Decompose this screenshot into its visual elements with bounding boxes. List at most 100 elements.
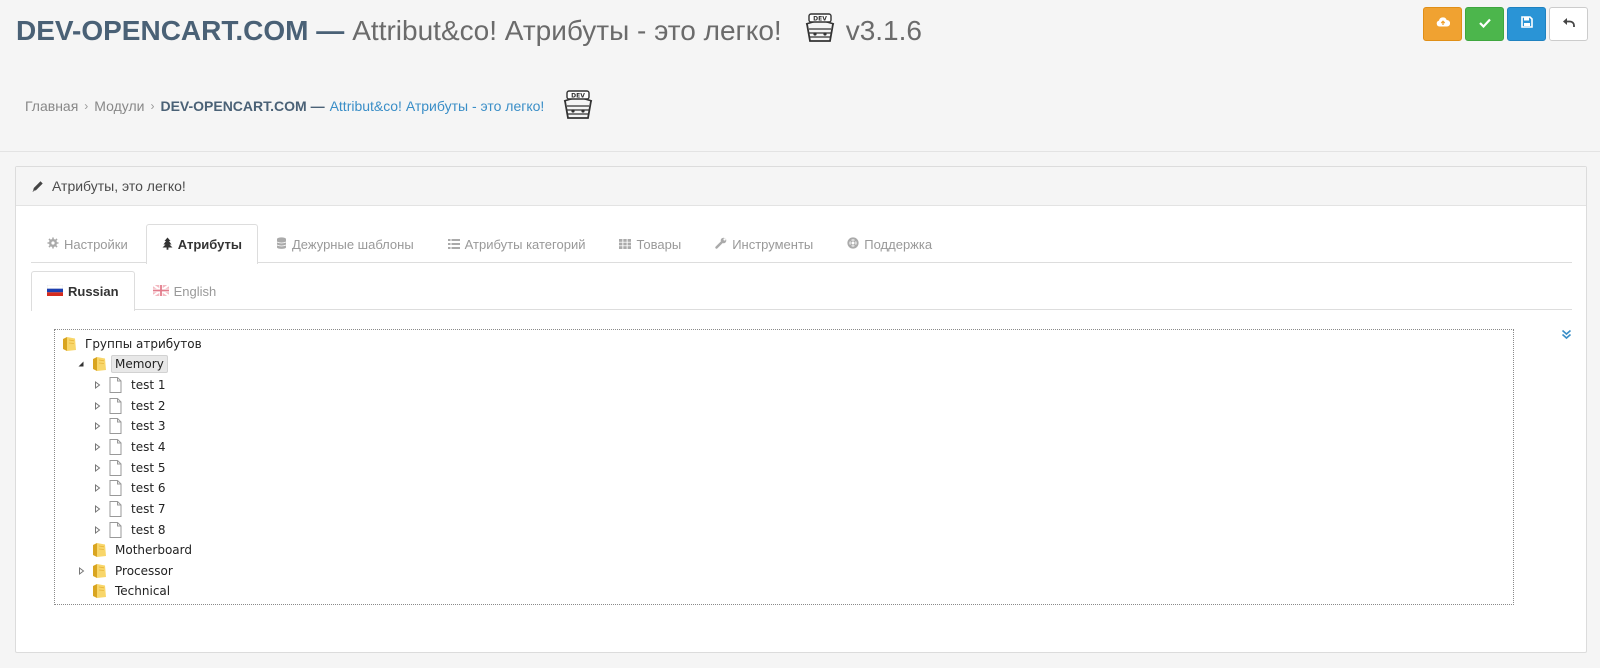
tree-item[interactable]: test 4 xyxy=(91,437,170,457)
breadcrumb-separator: › xyxy=(84,99,89,113)
svg-text:DEV: DEV xyxy=(813,15,827,22)
tab-tools-label: Инструменты xyxy=(732,236,814,252)
tab-language-russian[interactable]: Russian xyxy=(31,271,135,311)
save-button[interactable] xyxy=(1507,7,1546,41)
tree-group-motherboard-label: Motherboard xyxy=(115,543,192,557)
database-icon xyxy=(276,236,287,252)
expand-arrow-icon[interactable] xyxy=(75,561,87,581)
grid-icon xyxy=(619,237,632,252)
svg-text:DEV: DEV xyxy=(571,92,585,99)
tree-group-memory[interactable]: Memory xyxy=(75,354,168,374)
folder-icon xyxy=(91,541,107,559)
tree-item[interactable]: test 3 xyxy=(91,416,170,436)
tab-settings-label: Настройки xyxy=(64,236,128,252)
main-tabs: Настройки Атрибуты Дежурные шаблоны Атри… xyxy=(31,224,1572,264)
tree-item-label: test 4 xyxy=(131,440,166,454)
tree-item[interactable]: test 2 xyxy=(91,396,170,416)
file-icon xyxy=(107,500,123,518)
tab-settings[interactable]: Настройки xyxy=(31,224,144,263)
expand-arrow-icon[interactable] xyxy=(91,416,103,436)
tab-language-english-label: English xyxy=(173,283,217,299)
lifebuoy-icon xyxy=(847,236,859,252)
tree-item-label: test 8 xyxy=(131,523,166,537)
reply-icon xyxy=(1562,15,1575,33)
save-icon xyxy=(1520,15,1533,33)
expand-arrow-icon[interactable] xyxy=(91,478,103,498)
tab-templates-label: Дежурные шаблоны xyxy=(291,236,414,252)
expand-arrow-icon[interactable] xyxy=(91,396,103,416)
cloud-upload-icon xyxy=(1436,15,1450,33)
version-label: v3.1.6 xyxy=(845,15,922,46)
page-title: DEV-OPENCART.COM — Attribut&co! Атрибуты… xyxy=(16,10,922,52)
expand-all-icon[interactable] xyxy=(1561,327,1572,345)
tree-item[interactable]: test 1 xyxy=(91,375,170,395)
file-icon xyxy=(107,376,123,394)
attribute-tree: Группы атрибутов Memory test 1 test 2 te… xyxy=(54,329,1514,605)
breadcrumb-brand: DEV-OPENCART.COM — xyxy=(160,98,325,114)
list-icon xyxy=(447,237,460,252)
file-icon xyxy=(107,397,123,415)
tab-attributes[interactable]: Атрибуты xyxy=(145,224,258,264)
tree-item-label: test 2 xyxy=(131,399,166,413)
dev-logo-small-icon: DEV xyxy=(560,88,596,125)
page-title-brand: DEV-OPENCART.COM — xyxy=(16,15,345,46)
file-icon xyxy=(107,479,123,497)
file-icon xyxy=(107,459,123,477)
cloud-upload-button[interactable] xyxy=(1423,7,1462,41)
panel-title: Атрибуты, это легко! xyxy=(52,178,186,194)
folder-icon xyxy=(61,335,77,353)
file-icon xyxy=(107,438,123,456)
tree-root-label: Группы атрибутов xyxy=(85,337,202,351)
file-icon xyxy=(107,417,123,435)
tree-group-processor[interactable]: Processor xyxy=(75,561,177,581)
cog-icon xyxy=(47,237,59,252)
tab-templates[interactable]: Дежурные шаблоны xyxy=(260,224,430,263)
breadcrumb-home[interactable]: Главная xyxy=(25,98,78,114)
flag-gb-icon xyxy=(152,283,170,299)
tree-icon xyxy=(162,237,173,253)
tree-group-memory-label: Memory xyxy=(111,355,168,373)
tree-item[interactable]: test 7 xyxy=(91,499,170,519)
breadcrumb: Главная › Модули › DEV-OPENCART.COM — At… xyxy=(25,88,596,124)
panel-heading: Атрибуты, это легко! xyxy=(16,167,1586,206)
tree-item-label: test 3 xyxy=(131,419,166,433)
toolbar xyxy=(1423,7,1588,41)
page-title-subtitle: Attribut&co! Атрибуты - это легко! xyxy=(352,15,782,46)
tab-support[interactable]: Поддержка xyxy=(831,224,948,263)
tree-item-label: test 7 xyxy=(131,502,166,516)
expand-arrow-icon[interactable] xyxy=(91,375,103,395)
tab-category-attributes-label: Атрибуты категорий xyxy=(464,236,586,252)
tree-group-motherboard[interactable]: Motherboard xyxy=(75,540,196,560)
breadcrumb-modules[interactable]: Модули xyxy=(94,98,144,114)
tree-item[interactable]: test 6 xyxy=(91,478,170,498)
tree-root[interactable]: Группы атрибутов xyxy=(61,334,206,354)
tree-item-label: test 6 xyxy=(131,481,166,495)
page-header: DEV-OPENCART.COM — Attribut&co! Атрибуты… xyxy=(0,0,1600,152)
back-button[interactable] xyxy=(1549,7,1588,41)
dev-logo-icon: DEV xyxy=(802,11,838,52)
save-and-stay-button[interactable] xyxy=(1465,7,1504,41)
tree-group-technical-label: Technical xyxy=(115,584,171,598)
wrench-icon xyxy=(715,237,727,252)
file-icon xyxy=(107,521,123,539)
flag-ru-icon xyxy=(46,284,64,299)
folder-icon xyxy=(91,355,107,373)
tab-attributes-label: Атрибуты xyxy=(177,237,242,252)
breadcrumb-separator: › xyxy=(150,99,155,113)
tree-group-technical[interactable]: Technical xyxy=(75,581,174,601)
tree-item[interactable]: test 5 xyxy=(91,458,170,478)
expand-arrow-icon[interactable] xyxy=(91,499,103,519)
language-tabs: Russian English xyxy=(31,271,1572,311)
breadcrumb-current[interactable]: Attribut&co! Атрибуты - это легко! xyxy=(330,98,545,114)
expand-arrow-icon[interactable] xyxy=(91,458,103,478)
expand-arrow-icon[interactable] xyxy=(91,437,103,457)
tree-item[interactable]: test 8 xyxy=(91,520,170,540)
tab-tools[interactable]: Инструменты xyxy=(699,224,829,263)
collapse-arrow-icon[interactable] xyxy=(75,354,87,374)
expand-arrow-icon[interactable] xyxy=(91,520,103,540)
tab-category-attributes[interactable]: Атрибуты категорий xyxy=(432,224,602,263)
tab-products[interactable]: Товары xyxy=(603,224,697,263)
tab-language-english[interactable]: English xyxy=(137,271,233,310)
